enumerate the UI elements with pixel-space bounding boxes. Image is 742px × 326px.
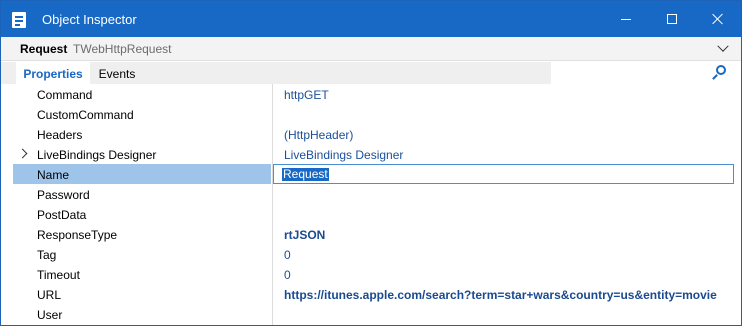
property-name: User [37,308,63,322]
component-name: Request [20,42,68,56]
close-button[interactable] [695,1,741,37]
title-bar[interactable]: Object Inspector [1,1,741,37]
property-grid: Command httpGET CustomCommand Headers (H… [1,84,741,325]
property-value-editor[interactable]: Request [273,164,734,184]
maximize-icon [667,14,677,24]
property-row-url[interactable]: URL https://itunes.apple.com/search?term… [1,284,741,304]
property-name: ResponseType [37,228,118,242]
window-title: Object Inspector [42,12,137,27]
inspector-tabs: Properties Events [1,62,741,84]
search-icon-handle [712,74,718,80]
property-name: Tag [37,248,57,262]
property-row-customcommand[interactable]: CustomCommand [1,104,741,124]
property-value[interactable]: (HttpHeader) [284,128,353,142]
property-row-postdata[interactable]: PostData [1,204,741,224]
property-name: PostData [37,208,87,222]
property-name: Command [37,88,93,102]
component-dropdown-button[interactable] [713,40,733,58]
expand-chevron-icon[interactable] [17,148,28,159]
close-icon [712,13,724,25]
minimize-icon [621,18,631,20]
object-inspector-icon [12,12,26,28]
property-name: LiveBindings Designer [37,148,157,162]
component-type: TWebHttpRequest [73,42,172,56]
property-value[interactable]: 0 [284,248,291,262]
property-row-timeout[interactable]: Timeout 0 [1,264,741,284]
property-row-headers[interactable]: Headers (HttpHeader) [1,124,741,144]
property-value[interactable]: 0 [284,268,291,282]
maximize-button[interactable] [649,1,695,37]
property-value-input-text[interactable]: Request [282,168,329,181]
property-value[interactable]: https://itunes.apple.com/search?term=sta… [284,288,717,302]
property-row-responsetype[interactable]: ResponseType rtJSON [1,224,741,244]
chevron-down-icon [717,40,729,52]
property-row-name[interactable]: Name Request [1,164,741,184]
minimize-button[interactable] [603,1,649,37]
object-inspector-window: Object Inspector Request TWebHttpRequest… [0,0,742,326]
property-name: Password [37,188,90,202]
search-button[interactable] [711,64,729,82]
property-row-command[interactable]: Command httpGET [1,84,741,104]
property-name: Name [37,168,70,182]
property-row-livebindings-designer[interactable]: LiveBindings Designer LiveBindings Desig… [1,144,741,164]
tab-properties[interactable]: Properties [16,62,90,84]
property-value[interactable]: httpGET [284,88,329,102]
property-name: URL [37,288,62,302]
property-name: Headers [37,128,83,142]
tab-events[interactable]: Events [92,62,142,84]
component-selector[interactable]: Request TWebHttpRequest [1,37,741,61]
property-row-tag[interactable]: Tag 0 [1,244,741,264]
property-row-password[interactable]: Password [1,184,741,204]
property-value[interactable]: LiveBindings Designer [284,148,403,162]
search-icon [716,65,726,75]
property-name: CustomCommand [37,108,134,122]
property-row-user[interactable]: User [1,304,741,324]
property-name: Timeout [37,268,80,282]
property-value[interactable]: rtJSON [284,228,325,242]
